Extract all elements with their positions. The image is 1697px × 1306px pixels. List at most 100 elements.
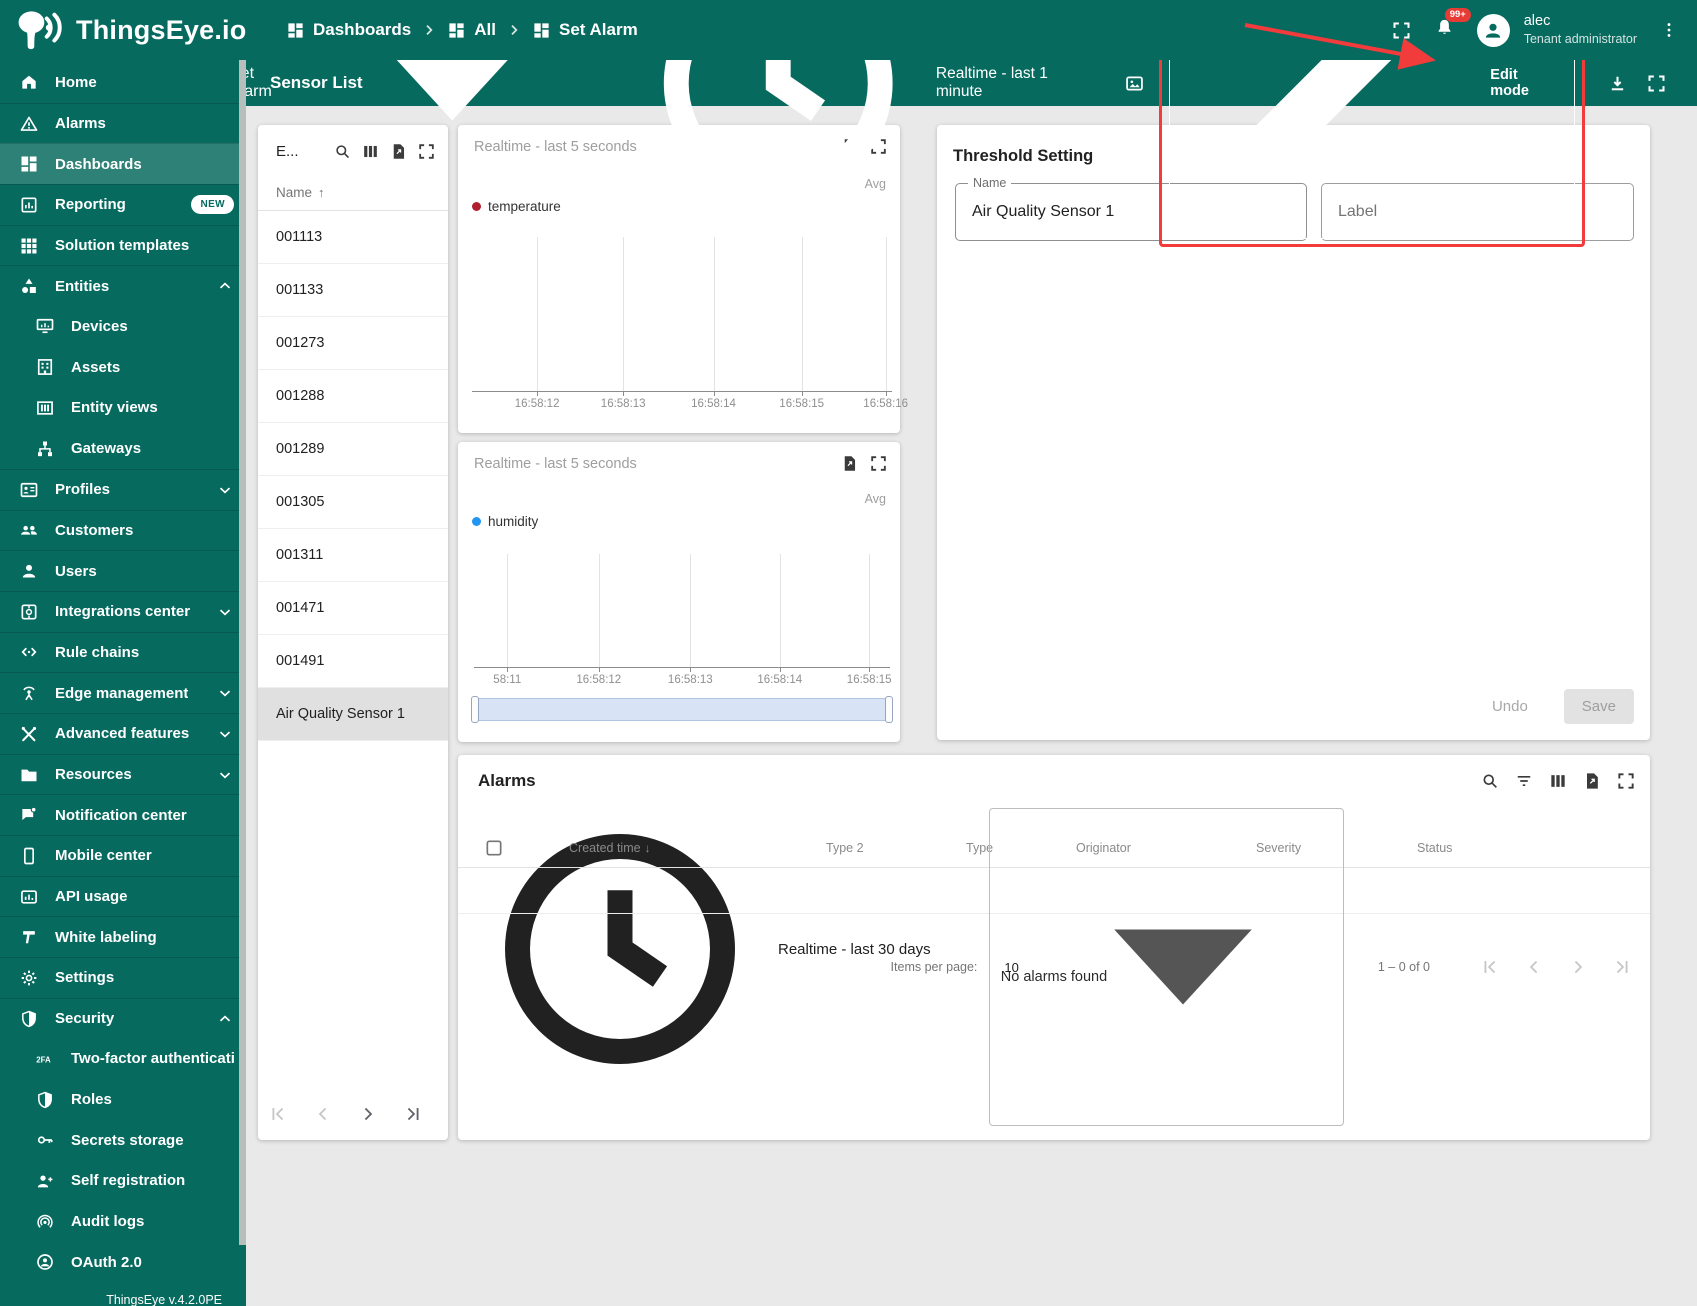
sidebar-item-resources[interactable]: Resources — [0, 753, 246, 795]
more-menu-button[interactable] — [1659, 20, 1679, 40]
fullscreen-toggle-button[interactable] — [1391, 20, 1412, 41]
previous-page-icon[interactable] — [311, 1102, 335, 1126]
breadcrumb-all[interactable]: All — [447, 20, 496, 40]
sidebar-item-roles[interactable]: Roles — [0, 1079, 246, 1120]
chevron-down-icon — [216, 725, 234, 743]
sidebar-item-white-labeling[interactable]: White labeling — [0, 916, 246, 957]
entity-row[interactable]: 001471 — [258, 582, 448, 635]
entity-row[interactable]: 001288 — [258, 370, 448, 423]
previous-page-icon[interactable] — [1522, 955, 1546, 979]
undo-button[interactable]: Undo — [1492, 698, 1528, 715]
sidebar-item-api-usage[interactable]: API usage — [0, 875, 246, 917]
audit-logs-icon — [35, 1212, 55, 1232]
export-icon[interactable] — [840, 454, 859, 473]
sidebar-item-self-registration[interactable]: Self registration — [0, 1161, 246, 1202]
sidebar-item-two-factor-authenticati[interactable]: 2FA Two-factor authenticati… — [0, 1039, 246, 1080]
items-per-page-select[interactable]: 10 — [989, 808, 1344, 1126]
sidebar-item-solution-templates[interactable]: Solution templates — [0, 224, 246, 266]
entity-row[interactable]: 001305 — [258, 476, 448, 529]
export-icon[interactable] — [1582, 771, 1602, 791]
search-icon[interactable] — [1480, 771, 1500, 791]
sidebar-item-edge-management[interactable]: Edge management — [0, 672, 246, 713]
last-page-icon[interactable] — [1610, 955, 1634, 979]
sidebar-item-integrations-center[interactable]: Integrations center — [0, 590, 246, 632]
humidity-chart-widget: Realtime - last 5 seconds Avg humidity 5… — [458, 442, 900, 742]
chart-actions — [840, 454, 888, 473]
data-zoom-right-handle[interactable] — [885, 696, 893, 723]
breadcrumb: Dashboards All Set Alarm — [286, 20, 638, 40]
widget-fullscreen-icon[interactable] — [1616, 771, 1636, 791]
widget-fullscreen-icon[interactable] — [869, 454, 888, 473]
entity-row[interactable]: 001133 — [258, 264, 448, 317]
data-zoom-slider[interactable] — [471, 696, 893, 723]
columns-icon[interactable] — [1548, 771, 1568, 791]
data-zoom-left-handle[interactable] — [471, 696, 479, 723]
entity-row[interactable]: 001311 — [258, 529, 448, 582]
chart-timewindow-label[interactable]: Realtime - last 5 seconds — [474, 456, 637, 472]
sidebar-item-label: Self registration — [71, 1172, 186, 1190]
sidebar-item-entity-views[interactable]: Entity views — [0, 388, 246, 429]
breadcrumb-label: Set Alarm — [558, 20, 638, 39]
sidebar-item-dashboards[interactable]: Dashboards — [0, 143, 246, 185]
breadcrumb-dashboards[interactable]: Dashboards — [286, 20, 411, 40]
breadcrumb-label: All — [474, 20, 496, 39]
dashboards-icon — [447, 21, 466, 40]
entity-row[interactable]: 001289 — [258, 423, 448, 476]
chevron-down-icon — [216, 766, 234, 784]
last-page-icon[interactable] — [401, 1102, 425, 1126]
entity-row[interactable]: 001273 — [258, 317, 448, 370]
sidebar-item-notification-center[interactable]: Notification center — [0, 794, 246, 835]
resources-icon — [19, 765, 39, 785]
first-page-icon[interactable] — [266, 1102, 290, 1126]
sidebar-item-secrets-storage[interactable]: Secrets storage — [0, 1120, 246, 1161]
entity-row[interactable]: Air Quality Sensor 1 — [258, 688, 448, 741]
sidebar-item-mobile-center[interactable]: Mobile center — [0, 835, 246, 876]
image-gallery-button[interactable] — [1124, 73, 1145, 94]
sidebar-item-rule-chains[interactable]: Rule chains — [0, 631, 246, 673]
sidebar-item-settings[interactable]: Settings — [0, 957, 246, 998]
next-page-icon[interactable] — [1566, 955, 1590, 979]
mobile-center-icon — [19, 846, 39, 866]
secrets-key-icon — [35, 1130, 55, 1150]
sidebar-item-advanced-features[interactable]: Advanced features — [0, 713, 246, 754]
x-axis-ticks: 16:58:12 16:58:13 16:58:14 16:58:15 16:58:16 — [472, 398, 908, 412]
filter-icon[interactable] — [1514, 771, 1534, 791]
sidebar-scrollbar[interactable] — [239, 60, 246, 1245]
sidebar-item-label: Resources — [55, 766, 132, 784]
next-page-icon[interactable] — [356, 1102, 380, 1126]
sidebar-item-gateways[interactable]: Gateways — [0, 428, 246, 469]
sidebar-item-label: Integrations center — [55, 603, 191, 621]
sidebar-item-devices[interactable]: Devices — [0, 306, 246, 347]
breadcrumb-set-alarm[interactable]: Set Alarm — [532, 20, 638, 40]
alarm-column-type-2[interactable]: Type 2 — [826, 841, 864, 855]
select-all-checkbox[interactable] — [484, 838, 504, 858]
notifications-button[interactable]: 99+ — [1434, 8, 1471, 43]
sidebar-item-reporting[interactable]: Reporting NEW — [0, 184, 246, 225]
sidebar-item-home[interactable]: Home — [0, 62, 246, 103]
axis-tick — [623, 391, 625, 396]
sidebar-item-security[interactable]: Security — [0, 997, 246, 1039]
alarm-column-created-time[interactable]: Created time ↓ — [569, 841, 651, 855]
sidebar-item-alarms[interactable]: Alarms — [0, 102, 246, 144]
save-button[interactable]: Save — [1563, 689, 1634, 724]
chart-gridline — [801, 237, 803, 391]
sidebar-item-entities[interactable]: Entities — [0, 265, 246, 306]
entities-icon — [19, 276, 39, 296]
sidebar-item-assets[interactable]: Assets — [0, 347, 246, 388]
notification-center-icon — [19, 805, 39, 825]
avatar[interactable] — [1476, 13, 1510, 47]
entity-row[interactable]: 001491 — [258, 635, 448, 688]
sidebar-item-profiles[interactable]: Profiles — [0, 468, 246, 510]
toolbar-fullscreen-button[interactable] — [1646, 73, 1667, 94]
sidebar-item-oauth-2-0[interactable]: OAuth 2.0 — [0, 1242, 246, 1283]
legend[interactable]: humidity — [472, 514, 538, 529]
sidebar-item-customers[interactable]: Customers — [0, 509, 246, 551]
sidebar-item-users[interactable]: Users — [0, 550, 246, 591]
sidebar-item-audit-logs[interactable]: Audit logs — [0, 1201, 246, 1242]
download-button[interactable] — [1607, 73, 1628, 94]
api-usage-icon — [19, 887, 39, 907]
user-info[interactable]: alec Tenant administrator — [1524, 12, 1637, 47]
first-page-icon[interactable] — [1478, 955, 1502, 979]
sidebar-item-label: Reporting — [55, 196, 126, 214]
logo[interactable]: ThingsEye.io — [0, 9, 250, 51]
